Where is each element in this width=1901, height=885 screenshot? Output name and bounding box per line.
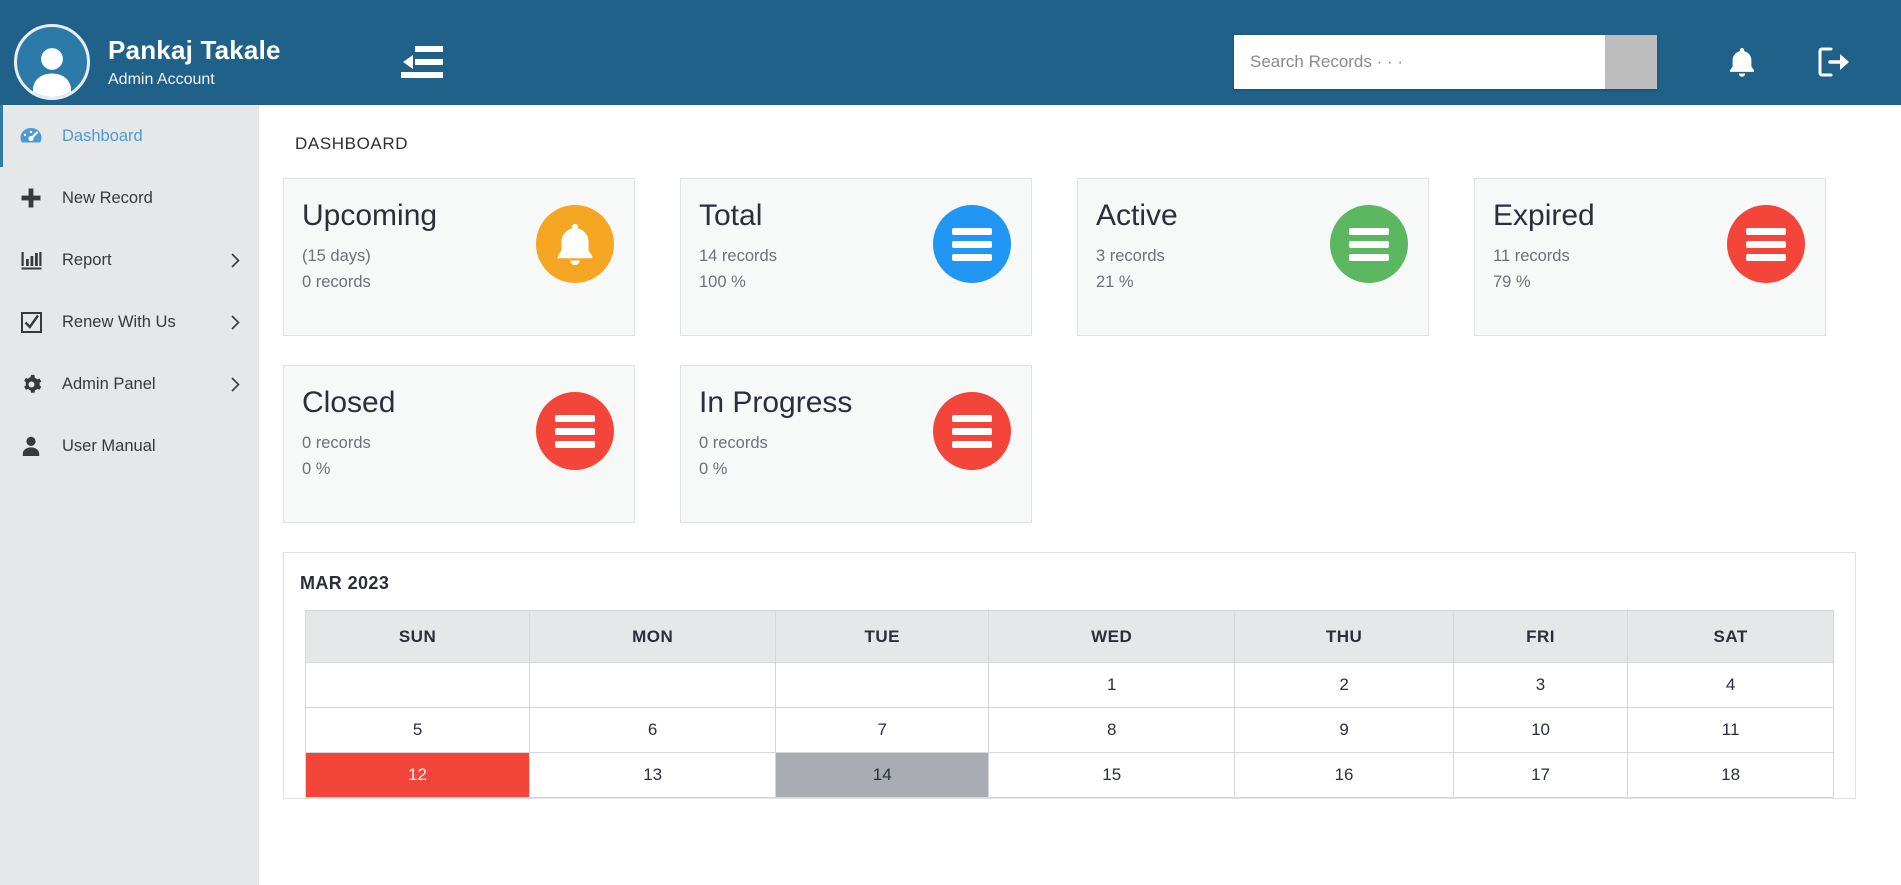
search-bar xyxy=(1234,34,1657,89)
calendar-week-row: 1 2 3 4 xyxy=(304,662,1834,708)
search-button[interactable] xyxy=(1605,34,1657,89)
calendar-day-cell[interactable]: 9 xyxy=(1234,707,1454,753)
calendar-day-cell[interactable]: 1 xyxy=(988,662,1236,708)
calendar-day-cell[interactable]: 16 xyxy=(1234,752,1454,798)
calendar-day-cell[interactable]: 17 xyxy=(1452,752,1629,798)
calendar-day-cell[interactable]: 13 xyxy=(529,752,777,798)
calendar-table: SUN MON TUE WED THU FRI SAT 1 2 3 4 5 6 … xyxy=(304,610,1834,798)
calendar-day-cell[interactable]: 4 xyxy=(1627,662,1834,708)
bar-chart-icon xyxy=(0,251,62,270)
card-badge xyxy=(536,205,614,283)
calendar-day-header: TUE xyxy=(775,610,990,663)
user-name: Pankaj Takale xyxy=(108,34,281,65)
search-input[interactable] xyxy=(1234,34,1605,89)
sidebar-item-label: New Record xyxy=(62,188,153,207)
calendar-day-header: SUN xyxy=(304,610,531,663)
card-badge xyxy=(1727,205,1805,283)
user-info: Pankaj Takale Admin Account xyxy=(108,34,281,90)
chevron-right-icon xyxy=(211,252,259,268)
gear-icon xyxy=(0,374,62,395)
sidebar-nav: Dashboard New Record Report Renew With U… xyxy=(0,105,259,885)
sidebar-item-label: Admin Panel xyxy=(62,374,156,393)
calendar-day-cell[interactable]: 6 xyxy=(529,707,777,753)
sidebar-item-renew-with-us[interactable]: Renew With Us xyxy=(0,291,259,353)
collapse-menu-icon xyxy=(401,45,443,78)
sign-out-icon xyxy=(1818,47,1849,76)
sidebar-item-new-record[interactable]: New Record xyxy=(0,167,259,229)
stat-card-active[interactable]: Active 3 records 21 % xyxy=(1077,178,1429,336)
calendar-header-row: SUN MON TUE WED THU FRI SAT xyxy=(304,610,1834,663)
calendar-day-header: FRI xyxy=(1452,610,1629,663)
stat-card-row-1: Upcoming (15 days) 0 records Total 14 re… xyxy=(283,178,1856,336)
list-bars-icon xyxy=(555,414,595,448)
main-content: DASHBOARD Upcoming (15 days) 0 records T… xyxy=(259,105,1901,885)
calendar-day-cell[interactable]: 2 xyxy=(1234,662,1454,708)
calendar-day-header: SAT xyxy=(1627,610,1834,663)
page-title: DASHBOARD xyxy=(295,134,409,153)
sidebar-item-label: Report xyxy=(62,250,112,269)
calendar-day-cell[interactable]: 10 xyxy=(1452,707,1629,753)
calendar-day-cell[interactable]: 12 xyxy=(304,752,531,798)
avatar xyxy=(14,23,90,100)
calendar-day-cell[interactable]: 7 xyxy=(775,707,990,753)
user-icon xyxy=(0,436,62,456)
check-square-icon xyxy=(0,311,62,333)
dashboard-gauge-icon xyxy=(0,127,62,145)
list-bars-icon xyxy=(952,414,992,448)
calendar-week-row: 12 13 14 15 16 17 18 xyxy=(304,752,1834,798)
stat-card-row-2: Closed 0 records 0 % In Progress 0 recor… xyxy=(283,365,1856,523)
stat-card-upcoming[interactable]: Upcoming (15 days) 0 records xyxy=(283,178,635,336)
calendar-day-cell[interactable]: 18 xyxy=(1627,752,1834,798)
stat-card-in-progress[interactable]: In Progress 0 records 0 % xyxy=(680,365,1032,523)
calendar-day-cell[interactable]: 3 xyxy=(1452,662,1629,708)
user-role: Admin Account xyxy=(108,71,215,89)
sidebar-item-user-manual[interactable]: User Manual xyxy=(0,415,259,477)
calendar-day-cell[interactable]: 8 xyxy=(988,707,1236,753)
logout-button[interactable] xyxy=(1811,39,1857,85)
calendar-month-label: MAR 2023 xyxy=(300,573,390,593)
calendar-day-header: WED xyxy=(988,610,1236,663)
stat-card-expired[interactable]: Expired 11 records 79 % xyxy=(1474,178,1826,336)
calendar-day-cell[interactable]: 11 xyxy=(1627,707,1834,753)
sidebar-item-label: Renew With Us xyxy=(62,312,176,331)
bell-icon xyxy=(557,223,593,266)
user-avatar-icon xyxy=(32,47,72,97)
stat-card-total[interactable]: Total 14 records 100 % xyxy=(680,178,1032,336)
calendar-day-cell[interactable]: 14 xyxy=(775,752,990,798)
stat-card-closed[interactable]: Closed 0 records 0 % xyxy=(283,365,635,523)
calendar-day-header: THU xyxy=(1234,610,1454,663)
list-bars-icon xyxy=(952,227,992,261)
card-badge xyxy=(536,392,614,470)
notifications-button[interactable] xyxy=(1719,39,1765,85)
calendar-day-cell[interactable]: 5 xyxy=(304,707,531,753)
calendar-day-cell[interactable] xyxy=(304,662,531,708)
chevron-right-icon xyxy=(211,376,259,392)
calendar-panel: MAR 2023 SUN MON TUE WED THU FRI SAT 1 2… xyxy=(283,552,1856,799)
plus-icon xyxy=(0,188,62,208)
card-badge xyxy=(933,392,1011,470)
list-bars-icon xyxy=(1349,227,1389,261)
card-badge xyxy=(1330,205,1408,283)
list-bars-icon xyxy=(1746,227,1786,261)
bell-icon xyxy=(1730,47,1754,77)
calendar-day-cell[interactable]: 15 xyxy=(988,752,1236,798)
calendar-day-cell[interactable] xyxy=(775,662,990,708)
calendar-week-row: 5 6 7 8 9 10 11 xyxy=(304,707,1834,753)
calendar-day-cell[interactable] xyxy=(529,662,777,708)
sidebar-item-admin-panel[interactable]: Admin Panel xyxy=(0,353,259,415)
sidebar-item-report[interactable]: Report xyxy=(0,229,259,291)
chevron-right-icon xyxy=(211,314,259,330)
sidebar-item-label: User Manual xyxy=(62,436,156,455)
sidebar-item-label: Dashboard xyxy=(62,126,143,145)
collapse-menu-button[interactable] xyxy=(399,39,445,85)
calendar-day-header: MON xyxy=(529,610,777,663)
card-badge xyxy=(933,205,1011,283)
sidebar-item-dashboard[interactable]: Dashboard xyxy=(0,105,259,167)
